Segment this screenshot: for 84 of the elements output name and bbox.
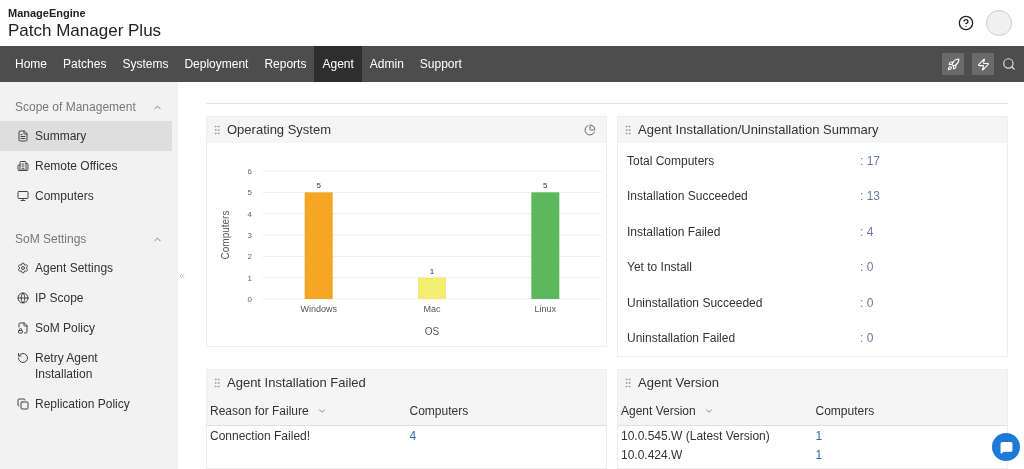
y-tick-label: 6 xyxy=(247,167,252,176)
section-title: Scope of Management xyxy=(15,99,136,116)
avatar[interactable] xyxy=(986,10,1012,36)
y-tick-label: 3 xyxy=(247,231,252,240)
count-link[interactable]: 4 xyxy=(409,429,417,443)
sidebar-item[interactable]: Agent Settings xyxy=(0,253,172,283)
rotate-icon xyxy=(17,352,29,364)
sidebar-item[interactable]: Retry Agent Installation xyxy=(0,343,172,389)
column-header[interactable]: Computers xyxy=(812,401,1007,420)
summary-value[interactable]: : 0 xyxy=(860,329,874,348)
rocket-icon xyxy=(946,57,960,71)
nav-tab[interactable]: Support xyxy=(411,46,470,82)
count-link[interactable]: 1 xyxy=(815,448,823,462)
y-tick-label: 2 xyxy=(247,252,252,262)
summary-value[interactable]: : 17 xyxy=(860,151,881,170)
card-title: Agent Version xyxy=(638,374,719,393)
summary-value[interactable]: : 0 xyxy=(860,258,874,277)
chat-button[interactable] xyxy=(992,433,1020,461)
y-tick-label: 1 xyxy=(247,273,252,283)
sidebar-item[interactable]: Remote Offices xyxy=(0,151,172,181)
table-cell: 10.0.424.W xyxy=(621,448,683,462)
x-tick-label: Mac xyxy=(423,304,441,314)
bar-value-label: 5 xyxy=(543,181,548,191)
card-title: Agent Installation/Uninstallation Summary xyxy=(638,121,879,140)
collapse-handle-icon[interactable] xyxy=(178,271,186,280)
document-lock-icon xyxy=(17,322,29,334)
bar-value-label: 1 xyxy=(429,266,435,276)
sidebar-item[interactable]: Replication Policy xyxy=(0,389,172,419)
table-cell: Connection Failed! xyxy=(210,429,311,443)
drag-handle-icon[interactable] xyxy=(622,124,634,136)
summary-value[interactable]: : 0 xyxy=(860,293,874,312)
nav-tab[interactable]: Reports xyxy=(256,46,315,82)
summary-value[interactable]: : 4 xyxy=(860,222,874,241)
nav-tab[interactable]: Systems xyxy=(114,46,177,82)
summary-label: Installation Failed xyxy=(627,223,722,241)
chat-icon xyxy=(999,440,1013,454)
sidebar-item[interactable]: Computers xyxy=(0,181,172,211)
copy-icon xyxy=(17,398,29,410)
buildings-icon xyxy=(17,160,29,172)
column-header[interactable]: Reason for Failure xyxy=(207,401,407,420)
count-link[interactable]: 1 xyxy=(815,429,823,443)
x-tick-label: Windows xyxy=(300,304,337,314)
document-icon xyxy=(17,130,29,142)
brand-name: ManageEngine xyxy=(8,7,87,19)
x-axis-title: OS xyxy=(424,326,440,337)
summary-label: Yet to Install xyxy=(627,259,693,277)
sidebar-item[interactable]: IP Scope xyxy=(0,283,172,313)
globe-icon xyxy=(17,292,29,304)
summary-label: Total Computers xyxy=(627,152,716,170)
drag-handle-icon[interactable] xyxy=(211,377,223,389)
lightning-button[interactable] xyxy=(972,53,994,75)
monitor-icon xyxy=(17,190,29,202)
summary-label: Uninstallation Failed xyxy=(627,330,737,348)
help-icon[interactable] xyxy=(958,15,974,31)
nav-tab[interactable]: Patches xyxy=(55,46,115,82)
column-header[interactable]: Computers xyxy=(406,401,606,420)
nav-tab[interactable]: Admin xyxy=(361,46,412,82)
card-title: Agent Installation Failed xyxy=(227,374,366,393)
nav-tab[interactable]: Home xyxy=(7,46,55,82)
pie-chart-icon[interactable] xyxy=(584,124,596,136)
bar-value-label: 5 xyxy=(316,181,321,191)
summary-label: Uninstallation Succeeded xyxy=(627,294,764,312)
search-icon[interactable] xyxy=(1002,57,1016,71)
summary-label: Installation Succeeded xyxy=(627,188,749,206)
x-tick-label: Linux xyxy=(534,304,557,314)
sidebar-item[interactable]: Summary xyxy=(0,121,172,151)
nav-tab[interactable]: Agent xyxy=(314,46,362,82)
rocket-button[interactable] xyxy=(942,53,964,75)
drag-handle-icon[interactable] xyxy=(622,377,634,389)
product-name: Patch Manager Plus xyxy=(8,21,162,39)
sidebar-item[interactable]: SoM Policy xyxy=(0,313,172,343)
lightning-icon xyxy=(976,57,990,71)
y-tick-label: 5 xyxy=(247,188,252,198)
y-tick-label: 0 xyxy=(247,295,252,304)
nav-tab[interactable]: Deployment xyxy=(176,46,257,82)
summary-value[interactable]: : 13 xyxy=(860,187,881,206)
section-title: SoM Settings xyxy=(15,231,87,248)
card-title: Operating System xyxy=(227,121,332,140)
column-header[interactable]: Agent Version xyxy=(618,401,813,420)
table-cell: 10.0.545.W (Latest Version) xyxy=(621,429,770,443)
gear-icon xyxy=(17,262,29,274)
y-axis-title: Computers xyxy=(220,210,231,260)
drag-handle-icon[interactable] xyxy=(211,124,223,136)
y-tick-label: 4 xyxy=(247,209,252,219)
